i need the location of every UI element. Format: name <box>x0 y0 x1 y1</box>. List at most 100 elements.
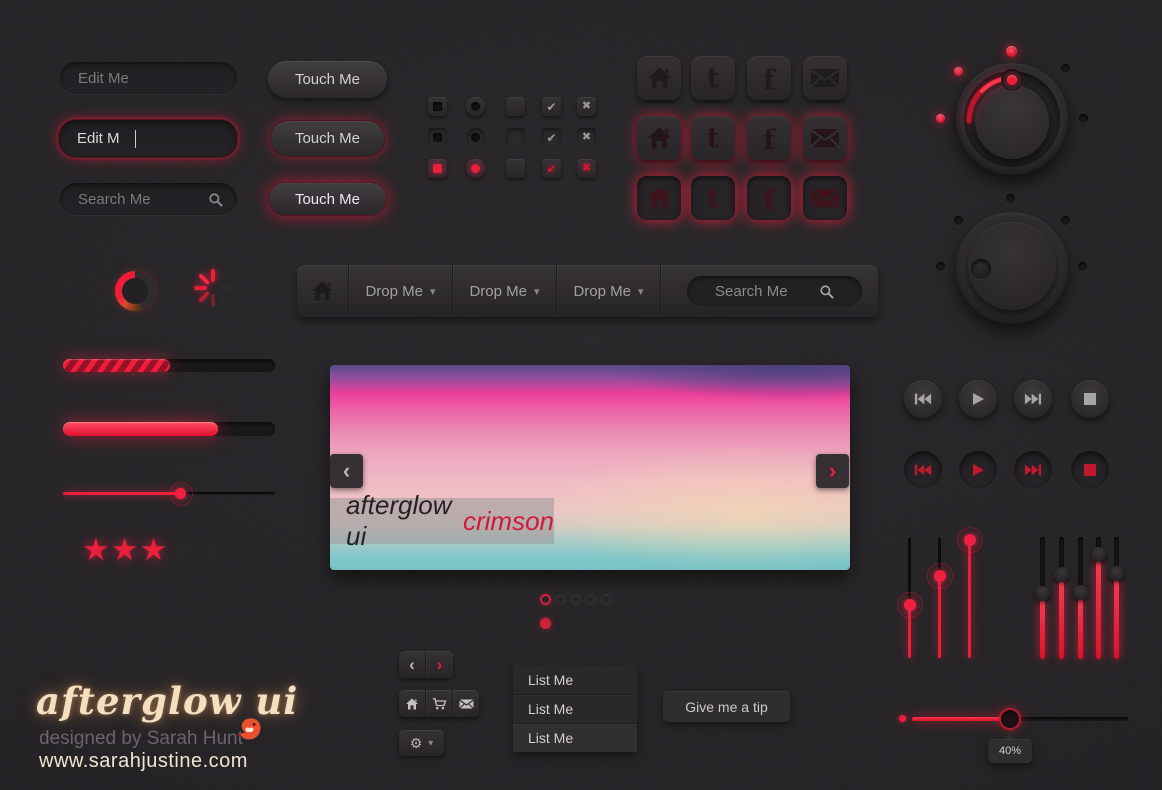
facebook-social-button-hover[interactable]: f <box>747 116 791 160</box>
slider-thumb[interactable] <box>999 708 1021 730</box>
eq-knob[interactable] <box>1054 567 1069 582</box>
checkbox-checked-pressed[interactable] <box>428 128 447 147</box>
next-button-pressed[interactable] <box>1014 451 1052 489</box>
stop-button[interactable] <box>1071 380 1109 418</box>
page-dot[interactable] <box>555 594 566 605</box>
search-icon[interactable] <box>208 192 223 207</box>
navbar-search-field[interactable] <box>687 283 817 300</box>
previous-button-pressed[interactable] <box>904 451 942 489</box>
vslider-thumb[interactable] <box>904 599 916 611</box>
navbar-dropdown-3[interactable]: Drop Me ▾ <box>557 265 660 317</box>
mail-social-button-pressed[interactable] <box>803 176 847 220</box>
mail-social-button[interactable] <box>803 56 847 100</box>
edit-me-input-field[interactable] <box>60 70 237 87</box>
website-url: www.sarahjustine.com <box>39 750 248 773</box>
page-dot[interactable] <box>600 594 611 605</box>
chevron-left-icon: ‹ <box>343 458 350 484</box>
checkbox-empty[interactable] <box>506 97 525 116</box>
page-dot[interactable] <box>600 618 611 629</box>
vslider-thumb[interactable] <box>934 570 946 582</box>
edit-me-input[interactable] <box>60 62 237 94</box>
knob-indicator-dimple <box>971 259 991 279</box>
home-button[interactable] <box>399 690 425 717</box>
previous-button[interactable] <box>904 380 942 418</box>
page-dot[interactable] <box>555 618 566 629</box>
star-icon-filled[interactable]: ★ <box>140 534 168 565</box>
image-carousel[interactable]: ‹ › afterglow ui crimson <box>330 365 850 570</box>
list-item-hover[interactable]: List Me <box>513 723 637 752</box>
search-me-input[interactable] <box>60 183 237 215</box>
cart-button[interactable] <box>426 690 452 717</box>
checkbox-check-red[interactable]: ✔ <box>542 159 561 178</box>
page-dot-active[interactable] <box>540 594 551 605</box>
next-button[interactable] <box>1014 380 1052 418</box>
checkbox-empty-2[interactable] <box>506 159 525 178</box>
eq-knob[interactable] <box>1073 585 1088 600</box>
eq-knob[interactable] <box>1109 566 1124 581</box>
mail-button[interactable] <box>453 690 479 717</box>
chevron-left-icon: ‹ <box>409 655 415 675</box>
carousel-caption: afterglow ui crimson <box>330 498 554 544</box>
facebook-social-button-pressed[interactable]: f <box>747 176 791 220</box>
facebook-icon: f <box>763 67 775 94</box>
star-icon-empty[interactable]: ★ <box>197 534 225 565</box>
search-me-input-field[interactable] <box>60 191 208 208</box>
page-dot[interactable] <box>570 594 581 605</box>
radio-checked[interactable] <box>466 97 485 116</box>
radio-checked-red[interactable] <box>466 159 485 178</box>
vslider-thumb[interactable] <box>964 534 976 546</box>
page-dot-active[interactable] <box>540 618 551 629</box>
star-icon-empty[interactable]: ★ <box>168 534 196 565</box>
checkbox-checked-red[interactable] <box>428 159 447 178</box>
edit-me-focused-field[interactable] <box>59 130 133 147</box>
navbar-dropdown-1[interactable]: Drop Me ▾ <box>349 265 452 317</box>
eq-knob[interactable] <box>1091 547 1106 562</box>
spinner-ray <box>211 294 215 307</box>
checkbox-checked[interactable] <box>428 97 447 116</box>
checkbox-empty-pressed[interactable] <box>506 128 525 147</box>
mail-social-button-hover[interactable] <box>803 116 847 160</box>
home-social-button-pressed[interactable] <box>637 176 681 220</box>
carousel-next-button[interactable]: › <box>816 454 849 488</box>
navbar-dropdown-2[interactable]: Drop Me ▾ <box>453 265 556 317</box>
carousel-prev-button[interactable]: ‹ <box>330 454 363 488</box>
list-item[interactable]: List Me <box>513 694 637 723</box>
knob-dial[interactable] <box>968 222 1056 310</box>
page-dot[interactable] <box>570 618 581 629</box>
radio-checked-pressed[interactable] <box>466 128 485 147</box>
list-item[interactable]: List Me <box>513 665 637 694</box>
checkbox-cross-pressed[interactable]: ✖ <box>577 128 596 147</box>
checkbox-cross-red[interactable]: ✖ <box>577 159 596 178</box>
navbar-search[interactable] <box>687 276 862 306</box>
home-social-button[interactable] <box>637 56 681 100</box>
pager-next-button[interactable]: › <box>426 651 453 678</box>
twitter-social-button[interactable]: t <box>691 56 735 100</box>
touch-me-button[interactable]: Touch Me <box>268 61 387 98</box>
page-dot[interactable] <box>585 618 596 629</box>
home-social-button-hover[interactable] <box>637 116 681 160</box>
eq-knob[interactable] <box>1035 586 1050 601</box>
twitter-social-button-pressed[interactable]: t <box>691 176 735 220</box>
stop-button-pressed[interactable] <box>1071 451 1109 489</box>
slider-thumb[interactable] <box>175 488 186 499</box>
checkbox-check-pressed[interactable]: ✔ <box>542 128 561 147</box>
eq-fill <box>1040 600 1045 659</box>
dropdown-label: Drop Me <box>573 283 631 300</box>
page-dot[interactable] <box>585 594 596 605</box>
touch-me-button-hover[interactable]: Touch Me <box>270 120 385 157</box>
slider-value-text: 40% <box>999 745 1021 757</box>
star-icon-filled[interactable]: ★ <box>82 534 110 565</box>
pager-prev-button[interactable]: ‹ <box>399 651 425 678</box>
edit-me-input-focused[interactable] <box>58 119 238 158</box>
checkbox-cross[interactable]: ✖ <box>577 97 596 116</box>
play-button-pressed[interactable] <box>959 451 997 489</box>
touch-me-button-active[interactable]: Touch Me <box>268 182 387 216</box>
checkbox-check[interactable]: ✔ <box>542 97 561 116</box>
twitter-social-button-hover[interactable]: t <box>691 116 735 160</box>
search-icon[interactable] <box>819 284 834 299</box>
star-icon-filled[interactable]: ★ <box>111 534 139 565</box>
facebook-social-button[interactable]: f <box>747 56 791 100</box>
play-button[interactable] <box>959 380 997 418</box>
navbar-home-button[interactable] <box>297 265 348 317</box>
settings-dropdown-button[interactable]: ⚙ ▾ <box>399 730 444 756</box>
